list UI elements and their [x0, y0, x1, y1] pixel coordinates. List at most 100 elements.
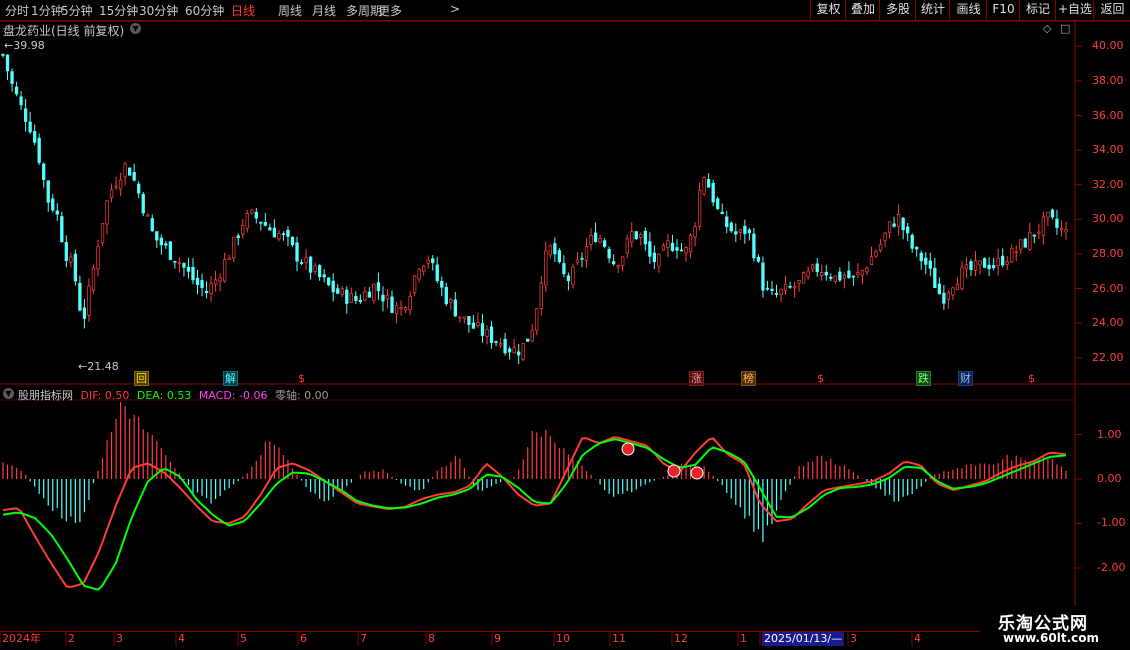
candle-body	[1050, 209, 1055, 218]
candle-body	[399, 307, 403, 309]
candle-body	[186, 266, 191, 272]
candle-body	[792, 286, 797, 289]
candle-body	[851, 275, 856, 278]
candle-body	[896, 214, 901, 227]
candle-body	[788, 285, 792, 288]
candle-body	[37, 137, 41, 163]
candle-body	[363, 291, 367, 301]
candle-body	[535, 308, 539, 331]
date-label: 6	[300, 632, 307, 645]
event-marker-3[interactable]: 涨	[689, 371, 704, 386]
candle-body	[462, 316, 467, 319]
candle-body	[625, 238, 629, 254]
signal-ball-icon	[621, 442, 635, 456]
candle-body	[969, 261, 973, 271]
candle-body	[878, 244, 883, 251]
price-tick-label: 38.00	[1092, 73, 1124, 87]
candle-body	[55, 210, 59, 215]
zero-axis-label: 零轴: 0.00	[274, 389, 329, 402]
candle-body	[1, 54, 5, 56]
candle-body	[150, 218, 154, 232]
candle-body	[707, 179, 711, 188]
date-label: 4	[914, 632, 921, 645]
candle-body	[431, 258, 435, 264]
candle-body	[489, 326, 494, 343]
indicator-title-bar: 股朋指标网 DIF: 0.50 DEA: 0.53 MACD: -0.06 零轴…	[18, 387, 329, 403]
candle-body	[426, 259, 430, 264]
candle-body	[530, 329, 534, 342]
candle-body	[10, 71, 14, 84]
candle-body	[512, 347, 516, 354]
candle-body	[924, 257, 928, 265]
date-label: 8	[428, 632, 435, 645]
candle-body	[797, 279, 801, 284]
candle-body	[928, 260, 932, 269]
candle-body	[118, 179, 123, 190]
candle-body	[272, 227, 277, 238]
event-marker-1[interactable]: 解	[223, 371, 238, 386]
candle-body	[114, 185, 118, 188]
indicator-tick-label: 0.00	[1097, 472, 1122, 485]
candle-body	[842, 274, 847, 279]
candle-body	[548, 245, 552, 256]
candle-body	[322, 274, 326, 278]
price-tick-label: 36.00	[1092, 108, 1124, 122]
date-label: 11	[612, 632, 626, 645]
candle-body	[820, 272, 824, 276]
date-label: 2	[68, 632, 75, 645]
candle-body	[675, 247, 679, 251]
candle-body	[657, 254, 661, 267]
candle-body	[408, 295, 412, 311]
candle-body	[566, 275, 571, 282]
candle-body	[417, 269, 421, 280]
candle-body	[453, 299, 457, 317]
candle-body	[87, 285, 91, 316]
candle-body	[177, 262, 182, 265]
candle-body	[69, 256, 73, 263]
candle-body	[182, 263, 186, 268]
candle-body	[725, 216, 729, 227]
candle-body	[412, 275, 417, 293]
candle-body	[1059, 228, 1064, 231]
event-marker-4[interactable]: 榜	[741, 371, 756, 386]
candle-body	[1037, 231, 1041, 234]
candle-body	[1041, 216, 1046, 236]
candle-body	[643, 230, 647, 245]
date-label: 10	[556, 632, 570, 645]
candle-body	[435, 264, 439, 282]
candle-body	[779, 289, 783, 295]
event-marker-8[interactable]: $	[1024, 371, 1039, 386]
event-marker-2[interactable]: $	[294, 371, 309, 386]
price-tick-label: 40.00	[1092, 39, 1124, 53]
event-marker-7[interactable]: 财	[958, 371, 973, 386]
candle-body	[372, 283, 376, 302]
candle-body	[598, 238, 602, 243]
candle-body	[752, 233, 756, 259]
candle-body	[299, 262, 304, 264]
candle-body	[915, 246, 919, 250]
candle-body	[132, 172, 136, 181]
candle-body	[51, 198, 55, 211]
candle-body	[892, 223, 896, 227]
candle-body	[991, 265, 996, 269]
candle-body	[824, 271, 828, 276]
date-label: 5	[240, 632, 247, 645]
candle-body	[19, 96, 23, 106]
candle-body	[747, 229, 752, 234]
candle-body	[901, 217, 905, 231]
event-marker-0[interactable]: 回	[134, 371, 149, 386]
candle-body	[213, 279, 218, 285]
candle-body	[345, 289, 349, 304]
event-marker-5[interactable]: $	[813, 371, 828, 386]
candle-body	[422, 265, 426, 272]
indicator-chevron-icon[interactable]: ▼	[3, 388, 14, 399]
candle-body	[241, 224, 245, 235]
event-marker-6[interactable]: 跌	[916, 371, 931, 386]
candle-body	[765, 287, 770, 290]
candle-body	[716, 198, 720, 209]
candle-body	[105, 200, 109, 225]
candle-body	[109, 189, 114, 198]
candle-body	[245, 213, 249, 229]
candle-body	[973, 260, 978, 271]
high-price-label: ←39.98	[4, 39, 45, 52]
